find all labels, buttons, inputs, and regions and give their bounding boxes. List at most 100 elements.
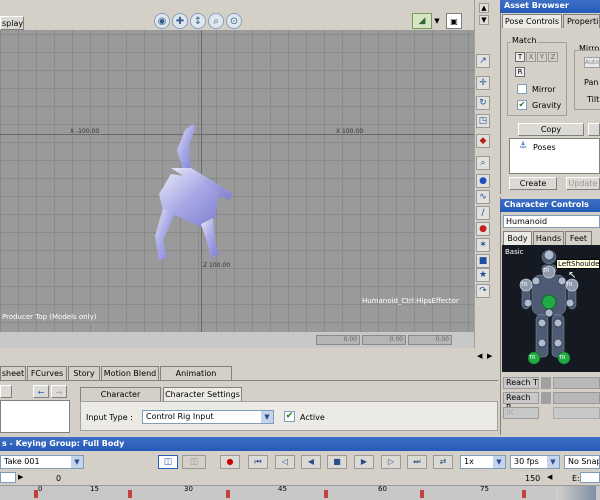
layout-toggle-2-icon[interactable]: ◫ (182, 455, 206, 469)
create-button[interactable]: Create (509, 177, 557, 190)
tab-animation-trigger[interactable]: Animation Trigger (160, 366, 232, 391)
tab-character-definition[interactable]: Character Definition (80, 387, 161, 412)
layout-icon[interactable]: ▣ (446, 13, 462, 29)
humanoid-model[interactable] (145, 118, 245, 283)
nav-grid-button[interactable] (0, 385, 12, 398)
start-frame-field[interactable] (0, 472, 16, 483)
match-r-button[interactable]: R (515, 67, 525, 77)
mirror-checkbox[interactable] (517, 84, 527, 94)
dropdown-arrow-icon: ▼ (261, 411, 273, 423)
step-back-button[interactable]: ◀ (301, 455, 321, 469)
prev-key-button[interactable]: ◁ (275, 455, 295, 469)
zoom-region-icon[interactable]: ⊙ (226, 13, 242, 29)
reach-t-slider[interactable] (553, 377, 600, 389)
viewport-canvas[interactable]: X -100.00 X 100.00 Z 100.00 Producer Top… (0, 30, 474, 332)
reach-r-key-icon[interactable] (541, 392, 551, 404)
match-x-button[interactable]: X (526, 52, 536, 62)
match-y-button[interactable]: Y (537, 52, 547, 62)
star-icon[interactable]: ★ (476, 268, 490, 282)
active-checkbox[interactable]: ✔ (284, 411, 295, 422)
rotate-icon[interactable]: ↻ (476, 96, 490, 110)
scroll-right-icon[interactable]: ▶ (487, 352, 492, 360)
translate-icon[interactable]: ✛ (476, 76, 490, 90)
gravity-checkbox[interactable]: ✔ (517, 100, 527, 110)
tab-hands[interactable]: Hands (533, 231, 564, 245)
tab-pose-controls[interactable]: Pose Controls (502, 14, 562, 28)
layout-toggle-icon[interactable]: ◫ (158, 455, 178, 469)
stop-button[interactable]: ■ (327, 455, 347, 469)
camera-icon[interactable]: ■ (476, 254, 490, 268)
tab-feet[interactable]: Feet (565, 231, 592, 245)
copy-button[interactable]: Copy (518, 123, 584, 136)
timeline-ruler[interactable]: 0 15 30 45 60 75 90 (0, 485, 600, 500)
keyframe-icon[interactable]: ◆ (476, 134, 490, 148)
tab-character-settings[interactable]: Character Settings (163, 387, 242, 401)
shoulder-tooltip: LeftShoulde (556, 259, 600, 269)
end-frame-field[interactable] (580, 472, 600, 483)
dolly-icon[interactable]: ↕ (190, 13, 206, 29)
reach-t-key-icon[interactable] (541, 377, 551, 389)
play-button[interactable]: ▶ (354, 455, 374, 469)
start-frame-value: 0 (56, 474, 62, 483)
paste-button[interactable] (588, 123, 600, 136)
character-select[interactable]: Humanoid (503, 215, 600, 228)
record-button[interactable]: ● (220, 455, 240, 469)
pan-label: Pan (584, 78, 599, 87)
zoom-tool-icon[interactable]: ⌕ (476, 156, 490, 170)
bone-icon[interactable]: ∕ (476, 206, 490, 220)
goto-end-button[interactable]: ⏭ (407, 455, 427, 469)
select-icon[interactable]: ↗ (476, 54, 490, 68)
fps-select[interactable]: 30 fps ▼ (510, 455, 560, 469)
display-menu-button[interactable]: splay (0, 16, 24, 30)
loop-button[interactable]: ⇄ (433, 455, 453, 469)
match-t-button[interactable]: T (515, 52, 525, 62)
next-key-button[interactable]: ▷ (381, 455, 401, 469)
nav-forward-button[interactable]: → (51, 385, 67, 398)
goto-start-button[interactable]: ⏮ (248, 455, 268, 469)
tab-motion-blend[interactable]: Motion Blend (101, 366, 159, 380)
input-type-value: Control Rig Input (146, 412, 214, 421)
navigator-list[interactable] (0, 400, 70, 433)
ik-slider[interactable] (553, 407, 600, 419)
display-mode-icon[interactable]: ◢ (412, 13, 432, 29)
coord-field-1[interactable]: 0.00 (316, 335, 360, 345)
sphere-icon[interactable]: ● (476, 174, 490, 188)
fps-value: 30 fps (514, 457, 539, 466)
path-icon[interactable]: ↷ (476, 284, 490, 298)
scroll-up-icon[interactable]: ▲ (479, 3, 489, 13)
update-button[interactable]: Update (566, 177, 600, 190)
speed-dropdown-arrow-icon: ▼ (493, 456, 505, 468)
record-tool-icon[interactable]: ● (476, 222, 490, 236)
match-z-button[interactable]: Z (548, 52, 558, 62)
tab-story[interactable]: Story (68, 366, 100, 380)
start-frame-arrow-icon: ▶ (18, 473, 24, 481)
snap-select[interactable]: No Snap (564, 455, 600, 469)
scale-icon[interactable]: ◳ (476, 114, 490, 128)
timeline-key-marker (226, 490, 230, 498)
take-select[interactable]: Take 001 ▼ (0, 455, 84, 469)
poses-label[interactable]: Poses (533, 143, 556, 152)
coord-field-2[interactable]: 0.00 (362, 335, 406, 345)
reach-r-slider[interactable] (553, 392, 600, 404)
input-type-select[interactable]: Control Rig Input ▼ (142, 410, 274, 424)
display-mode-dropdown-icon[interactable]: ▼ (433, 13, 441, 29)
tab-fcurves[interactable]: FCurves (27, 366, 67, 380)
curve-icon[interactable]: ∿ (476, 190, 490, 204)
scroll-left-icon[interactable]: ◀ (477, 352, 482, 360)
axis-label-neg-x: X -100.00 (70, 128, 100, 135)
timeline-key-marker (34, 490, 38, 498)
tab-body[interactable]: Body (503, 231, 532, 245)
tab-properties[interactable]: Properti (563, 14, 600, 28)
speed-select[interactable]: 1x ▼ (460, 455, 506, 469)
light-icon[interactable]: ✶ (476, 238, 490, 252)
tab-dopesheet[interactable]: sheet (0, 366, 26, 380)
coord-field-3[interactable]: 0.00 (408, 335, 452, 345)
pan-cross-icon[interactable]: ✚ (172, 13, 188, 29)
zoom-icon[interactable]: ⌕ (208, 13, 224, 29)
auto-field[interactable]: Auto (584, 57, 600, 68)
node-label-right-foot: TR (559, 355, 566, 361)
timeline-playhead[interactable] (556, 486, 596, 500)
scroll-down-icon[interactable]: ▼ (479, 15, 489, 25)
nav-back-button[interactable]: ← (33, 385, 49, 398)
navigate-icon[interactable]: ◉ (154, 13, 170, 29)
